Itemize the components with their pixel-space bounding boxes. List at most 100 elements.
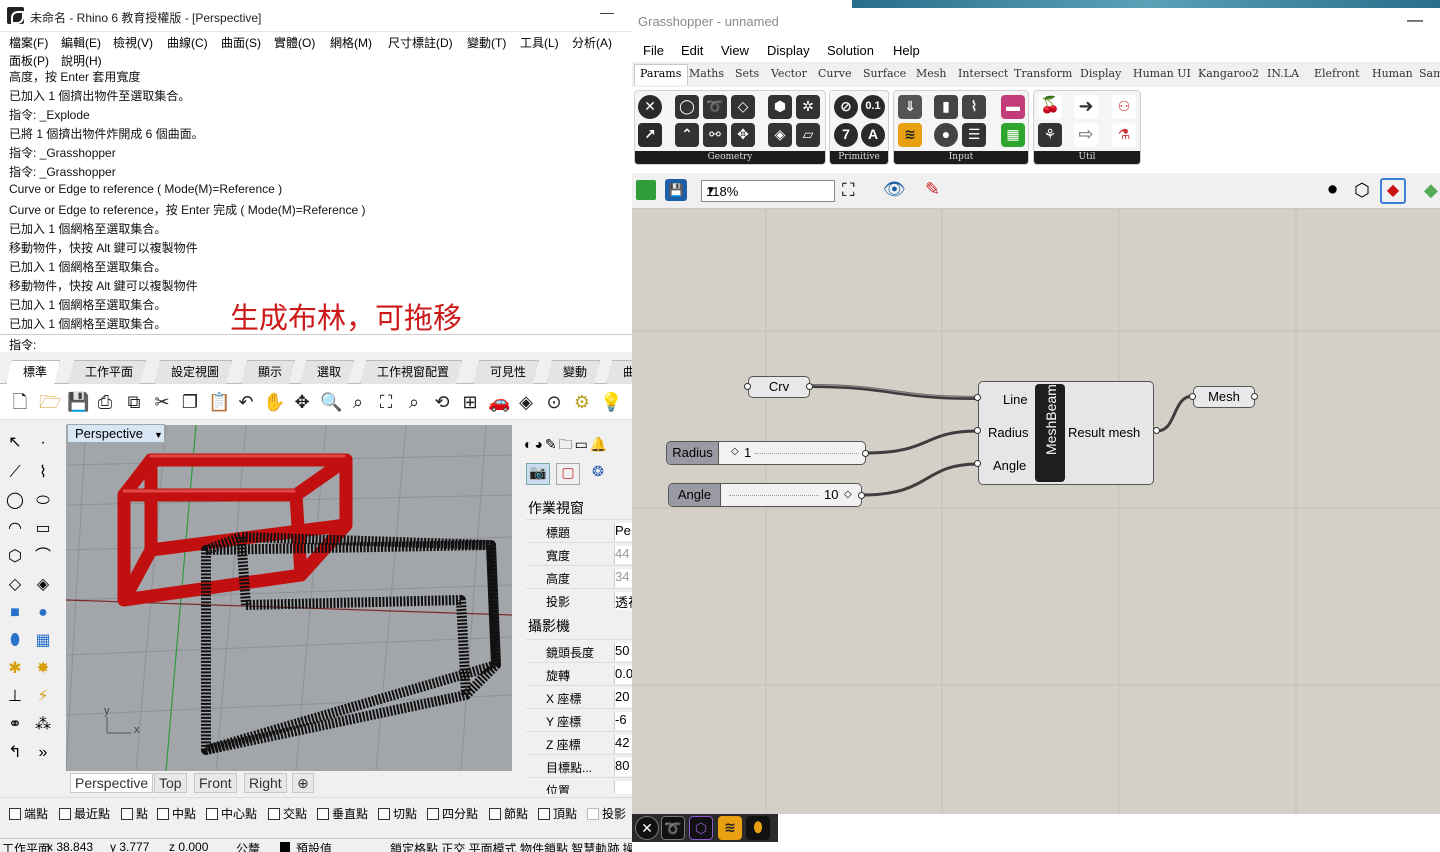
checkbox-icon[interactable] [587, 808, 599, 820]
tab-display[interactable]: Display [1080, 67, 1121, 80]
zoom-window-icon[interactable]: ⌕ [348, 392, 368, 412]
zoom-extents-icon[interactable]: ⛶ [376, 392, 396, 412]
checkbox-icon[interactable] [59, 808, 71, 820]
polygon-icon[interactable]: ⬡ [4, 546, 26, 568]
group-icon[interactable]: ⁂ [32, 714, 54, 736]
camera-icon[interactable]: 📷 [526, 463, 550, 485]
param-vector-icon[interactable]: ↗ [638, 123, 662, 147]
object-props-icon[interactable]: ⚙ [572, 392, 592, 412]
checkbox-icon[interactable] [268, 808, 280, 820]
tab-viewport-layout[interactable]: 工作視窗配置 [360, 360, 462, 384]
tab-params[interactable]: Params [634, 64, 689, 85]
tab-right[interactable]: Right [244, 773, 287, 793]
galapagos-icon[interactable]: ⚇ [1112, 95, 1136, 119]
panel-tab-icons[interactable]: ◐◕✎🗀▭🔔 [524, 434, 609, 458]
osnap-knot[interactable]: 節點 [489, 805, 528, 822]
param-boolean-icon[interactable]: ⊘ [834, 95, 858, 119]
param-text-icon[interactable]: A [861, 123, 885, 147]
checkbox-icon[interactable] [317, 808, 329, 820]
param-circle-icon[interactable]: ◯ [675, 95, 699, 119]
tab-curve-tools[interactable]: 曲 [606, 360, 632, 384]
tab-sam[interactable]: Sam [1419, 67, 1440, 80]
param-curve-icon[interactable]: ➰ [661, 816, 685, 840]
transform-icon[interactable]: ✱ [4, 658, 26, 680]
status-modes[interactable]: 鎖定格點 正交 平面模式 物件鎖點 智慧軌跡 操作軸 記 [390, 840, 632, 852]
checkbox-icon[interactable] [206, 808, 218, 820]
tab-surface[interactable]: Surface [863, 67, 906, 80]
tab-maths[interactable]: Maths [689, 67, 724, 80]
param-box-icon[interactable]: ▱ [796, 123, 820, 147]
param-integer-icon[interactable]: 7 [834, 123, 858, 147]
tab-curve[interactable]: Curve [818, 67, 851, 80]
menu-panels[interactable]: 面板(P) [9, 52, 49, 69]
mesh-output-port[interactable] [1251, 393, 1258, 400]
analyze-icon[interactable]: ↰ [4, 742, 26, 764]
zoom-dynamic-icon[interactable]: 🔍 [320, 392, 342, 412]
bulb-icon[interactable]: 💡 [600, 392, 622, 412]
preview-mode-icon[interactable]: ⚫ [1325, 180, 1340, 201]
param-geometry-icon[interactable]: ✕ [635, 816, 659, 840]
checkbox-icon[interactable] [538, 808, 550, 820]
input-gradient-icon[interactable]: ▬ [1001, 95, 1025, 119]
tab-front[interactable]: Front [194, 773, 237, 793]
osnap-near[interactable]: 最近點 [59, 805, 110, 822]
osnap-perp[interactable]: 垂直點 [317, 805, 368, 822]
menu-view[interactable]: View [721, 43, 749, 58]
zoom-selected-icon[interactable]: ⌕ [404, 392, 424, 412]
tab-set-view[interactable]: 設定視圖 [154, 360, 232, 384]
param-field-icon[interactable]: ✥ [731, 123, 755, 147]
undo-icon[interactable]: ↶ [236, 392, 256, 412]
cherry-picker-icon[interactable]: 🍒 [1038, 95, 1062, 119]
menu-display[interactable]: Display [767, 43, 810, 58]
menu-edit[interactable]: 編輯(E) [61, 34, 101, 51]
relay-arrow-icon[interactable]: ➜ [1074, 95, 1098, 119]
viewport-menu-caret-icon[interactable]: ▼ [154, 430, 163, 440]
arc-icon[interactable]: ◠ [4, 518, 26, 540]
tab-human[interactable]: Human [1372, 67, 1413, 80]
menu-surface[interactable]: 曲面(S) [221, 34, 261, 51]
tab-mesh[interactable]: Mesh [916, 67, 947, 80]
menu-transform[interactable]: 變動(T) [467, 34, 506, 51]
data-dam-icon[interactable]: ⚘ [1038, 123, 1062, 147]
tab-vector[interactable]: Vector [771, 67, 807, 80]
menu-view[interactable]: 檢視(V) [113, 34, 153, 51]
checkbox-icon[interactable] [427, 808, 439, 820]
box-icon[interactable]: ■ [4, 602, 26, 624]
osnap-tan[interactable]: 切點 [378, 805, 417, 822]
tab-top[interactable]: Top [154, 773, 187, 793]
param-group-icon[interactable]: ⚯ [703, 123, 727, 147]
param-brep-icon[interactable]: ⬢ [768, 95, 792, 119]
radius-slider[interactable]: Radius ◇ 1 [666, 441, 866, 465]
prop-value[interactable]: -6 [614, 712, 632, 730]
input-button-icon[interactable]: ● [934, 123, 958, 147]
preview-selected-icon[interactable]: ◆ [1380, 178, 1406, 204]
menu-edit[interactable]: Edit [681, 43, 703, 58]
param-geometry-icon[interactable]: ✕ [638, 95, 662, 119]
boolean-union-icon[interactable]: ⚭ [4, 714, 26, 736]
tab-visibility[interactable]: 可見性 [473, 360, 539, 384]
menu-help[interactable]: 說明(H) [61, 52, 102, 69]
osnap-end[interactable]: 端點 [9, 805, 48, 822]
bake-icon[interactable]: ◆ [1424, 180, 1438, 201]
prop-value[interactable]: 20 [614, 689, 632, 707]
tab-perspective[interactable]: Perspective [70, 773, 154, 793]
frame-icon[interactable]: ▢ [556, 463, 580, 485]
param-number-icon[interactable]: 0.1 [861, 95, 885, 119]
menu-curve[interactable]: 曲線(C) [167, 34, 208, 51]
sphere-icon[interactable]: ● [32, 602, 54, 624]
slider-grip-icon[interactable]: ◇ [844, 489, 852, 500]
line-input-port[interactable] [974, 394, 981, 401]
osnap-icon[interactable]: ⊙ [544, 392, 564, 412]
input-slider-icon[interactable]: ≋ [898, 123, 922, 147]
angle-output-port[interactable] [858, 492, 865, 499]
tab-kangaroo2[interactable]: Kangaroo2 [1198, 67, 1259, 80]
tab-transform[interactable]: 變動 [546, 360, 600, 384]
select-arrow-icon[interactable]: ↖ [4, 432, 26, 454]
meshbeam-component[interactable]: MeshBeam Line Radius Angle Result mesh [978, 381, 1154, 485]
tab-cplanes[interactable]: 工作平面 [68, 360, 146, 384]
more-tools-icon[interactable]: » [32, 742, 54, 764]
crv-output-port[interactable] [806, 383, 813, 390]
dimension-icon[interactable]: ⊥ [4, 686, 26, 708]
tab-sets[interactable]: Sets [735, 67, 759, 80]
prop-value[interactable]: 42 [614, 735, 632, 753]
